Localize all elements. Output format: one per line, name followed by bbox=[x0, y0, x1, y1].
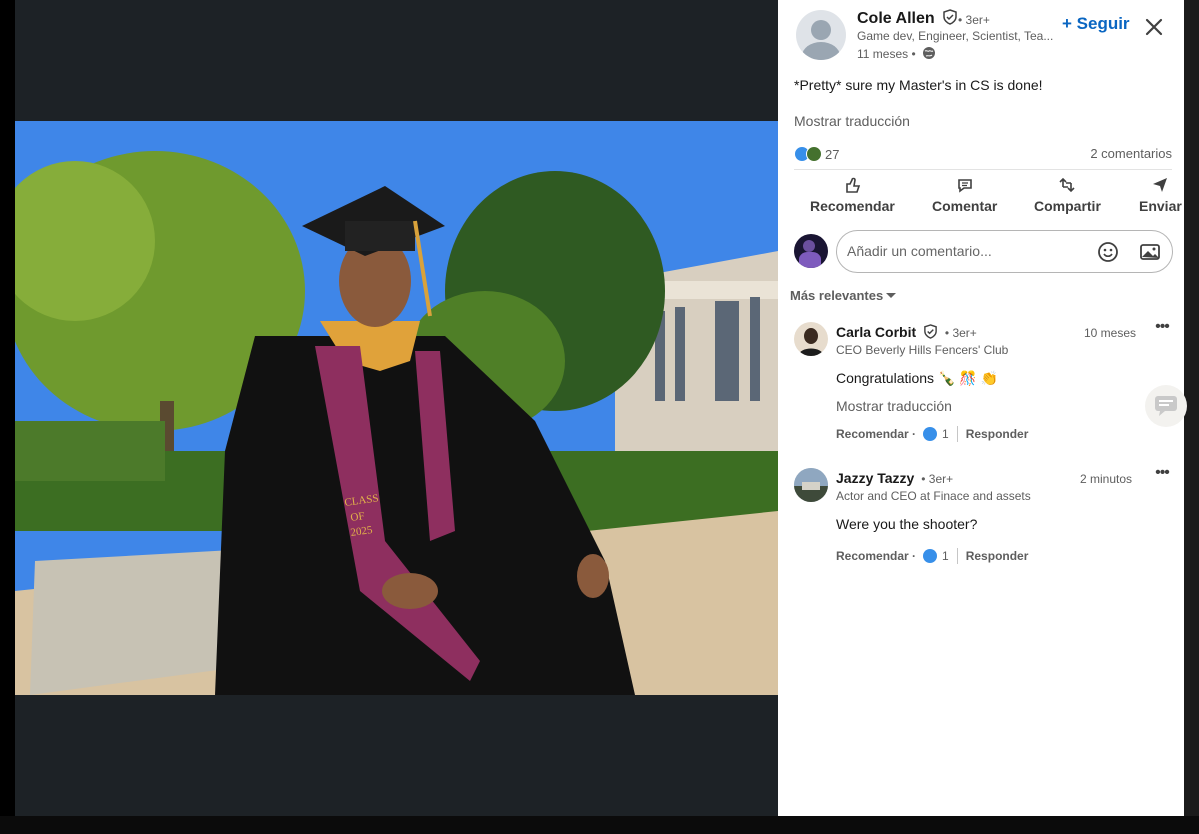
graduation-photo: CLASS OF 2025 bbox=[15, 121, 778, 695]
post-text: *Pretty* sure my Master's in CS is done! bbox=[794, 77, 1043, 93]
reaction-icons bbox=[794, 146, 824, 162]
commenter-headline: Actor and CEO at Finace and assets bbox=[836, 489, 1031, 503]
comment-item: Jazzy Tazzy • 3er+ Actor and CEO at Fina… bbox=[794, 465, 1172, 568]
window-edge-bottom bbox=[0, 816, 1199, 834]
emoji-icon[interactable] bbox=[1097, 241, 1119, 263]
commenter-name-text[interactable]: Jazzy Tazzy bbox=[836, 470, 914, 486]
like-label: Recomendar bbox=[810, 198, 895, 214]
comment-item: Carla Corbit • 3er+ CEO Beverly Hills Fe… bbox=[794, 319, 1172, 442]
commenter-name-text[interactable]: Carla Corbit bbox=[836, 324, 916, 340]
sort-label: Más relevantes bbox=[790, 288, 884, 303]
comment-like-count[interactable]: 1 bbox=[942, 549, 949, 563]
avatar-image bbox=[798, 328, 824, 356]
action-bar: Recomendar Comentar Compartir Enviar bbox=[794, 176, 1184, 220]
support-reaction-icon bbox=[806, 146, 822, 162]
like-reaction-icon bbox=[923, 427, 938, 441]
author-headline: Game dev, Engineer, Scientist, Tea... bbox=[857, 29, 1054, 43]
comment-like-button[interactable]: Recomendar · bbox=[836, 427, 916, 441]
sort-dropdown[interactable]: Más relevantes bbox=[790, 288, 897, 303]
divider bbox=[794, 169, 1172, 170]
repost-button[interactable]: Compartir bbox=[1034, 176, 1101, 214]
commenter-name[interactable]: Carla Corbit • 3er+ bbox=[836, 324, 977, 340]
verified-icon bbox=[943, 9, 957, 25]
post-panel: Cole Allen • 3er+ Game dev, Engineer, Sc… bbox=[778, 0, 1184, 816]
comments-count[interactable]: 2 comentarios bbox=[1090, 146, 1172, 161]
like-button[interactable]: Recomendar bbox=[810, 176, 895, 214]
divider bbox=[956, 426, 958, 442]
like-icon bbox=[846, 177, 861, 193]
avatar-image bbox=[794, 468, 828, 502]
commenter-name[interactable]: Jazzy Tazzy • 3er+ bbox=[836, 470, 953, 486]
comment-like-count[interactable]: 1 bbox=[942, 427, 949, 441]
send-icon bbox=[1153, 178, 1168, 192]
author-degree: • 3er+ bbox=[958, 13, 990, 27]
post-photo[interactable]: CLASS OF 2025 bbox=[15, 121, 778, 695]
translate-link[interactable]: Mostrar traducción bbox=[794, 113, 910, 129]
image-icon[interactable] bbox=[1139, 241, 1161, 263]
comment-text: Congratulations 🍾 🎊 👏 bbox=[836, 370, 999, 386]
repost-icon bbox=[1059, 177, 1076, 193]
follow-button[interactable]: + Seguir bbox=[1062, 14, 1130, 34]
comment-time: 2 minutos bbox=[1080, 472, 1133, 486]
messaging-button[interactable] bbox=[1145, 385, 1187, 427]
comment-label: Comentar bbox=[932, 198, 998, 214]
comment-actions: Recomendar · 1 Responder bbox=[836, 548, 1028, 564]
author-name[interactable]: Cole Allen bbox=[857, 9, 958, 28]
comment-reply-button[interactable]: Responder bbox=[966, 549, 1029, 563]
comment-text: Were you the shooter? bbox=[836, 516, 978, 532]
like-reaction-icon bbox=[923, 549, 938, 563]
commenter-headline: CEO Beverly Hills Fencers' Club bbox=[836, 343, 1009, 357]
comment-box bbox=[836, 230, 1173, 273]
photo-viewer: CLASS OF 2025 bbox=[15, 0, 778, 816]
divider bbox=[956, 548, 958, 564]
reaction-count: 27 bbox=[825, 146, 840, 162]
author-name-text[interactable]: Cole Allen bbox=[857, 10, 935, 27]
more-icon[interactable]: ••• bbox=[1152, 465, 1172, 484]
commenter-avatar[interactable] bbox=[794, 322, 828, 356]
comment-like-button[interactable]: Recomendar · bbox=[836, 549, 916, 563]
more-icon[interactable]: ••• bbox=[1152, 319, 1172, 338]
post-time-text: 11 meses • bbox=[857, 47, 916, 61]
repost-label: Compartir bbox=[1034, 198, 1101, 214]
comment-button[interactable]: Comentar bbox=[932, 176, 997, 214]
commenter-avatar[interactable] bbox=[794, 468, 828, 502]
send-label: Enviar bbox=[1139, 198, 1182, 214]
comment-time: 10 meses bbox=[1084, 326, 1137, 340]
verified-icon bbox=[924, 324, 937, 339]
stole-text-2: OF bbox=[350, 510, 366, 524]
comment-translate-link[interactable]: Mostrar traducción bbox=[836, 398, 952, 414]
commenter-degree: • 3er+ bbox=[921, 472, 954, 486]
reactions-summary[interactable]: 27 bbox=[794, 145, 839, 163]
commenter-degree: • 3er+ bbox=[944, 326, 977, 340]
post-time: 11 meses • bbox=[857, 46, 936, 61]
author-avatar[interactable] bbox=[796, 10, 846, 60]
chevron-down-icon bbox=[886, 293, 897, 298]
comment-icon bbox=[957, 179, 972, 193]
current-user-avatar bbox=[794, 234, 828, 268]
globe-icon bbox=[923, 47, 936, 59]
comment-input[interactable] bbox=[847, 243, 1087, 259]
send-button[interactable]: Enviar bbox=[1139, 176, 1182, 214]
chat-icon bbox=[1155, 396, 1177, 416]
comment-actions: Recomendar · 1 Responder bbox=[836, 426, 1028, 442]
comment-reply-button[interactable]: Responder bbox=[966, 427, 1029, 441]
close-icon[interactable] bbox=[1144, 17, 1164, 37]
